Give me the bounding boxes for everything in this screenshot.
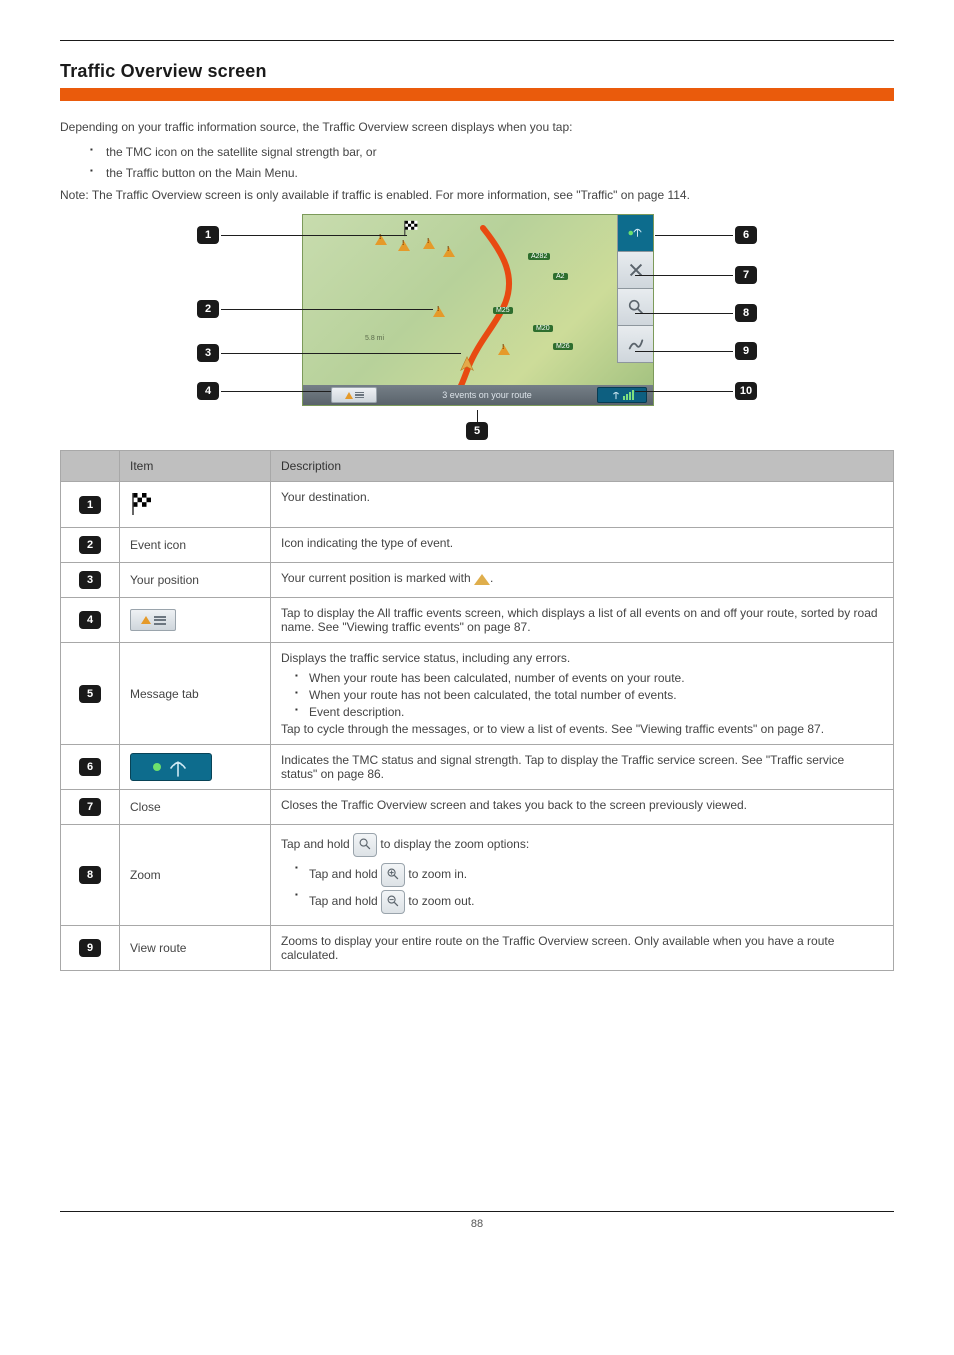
- table-row: 7 Close Closes the Traffic Overview scre…: [61, 790, 894, 825]
- road-label: M26: [553, 343, 573, 350]
- road-label: A282: [528, 253, 550, 260]
- event-warning-icon: [423, 239, 435, 249]
- diagram-callout: 5: [466, 410, 488, 440]
- page-footer: 88: [60, 1211, 894, 1230]
- tmc-status-icon: [130, 753, 212, 781]
- view-route-button[interactable]: [617, 326, 653, 363]
- current-position-icon: [474, 574, 490, 585]
- event-warning-icon: [375, 235, 387, 245]
- legend-header: [61, 451, 120, 482]
- zoom-icon: [353, 833, 377, 857]
- legend-item: View route: [120, 926, 271, 971]
- current-position-icon: [458, 355, 476, 373]
- map-area: A282 A2 M25 M20 M26 5.8 mi: [302, 214, 654, 406]
- diagram-callout: 1: [197, 226, 219, 244]
- legend-description: Your destination.: [271, 482, 894, 528]
- legend-item: Your position: [120, 563, 271, 598]
- map-bottom-bar: 3 events on your route: [303, 385, 653, 405]
- table-row: 3 Your position Your current position is…: [61, 563, 894, 598]
- road-label: A2: [553, 273, 568, 280]
- diagram-callout: 7: [735, 266, 757, 284]
- intro-list-item: the Traffic button on the Main Menu.: [90, 165, 894, 182]
- distance-label: 5.8 mi: [365, 335, 384, 342]
- legend-item: Zoom: [120, 825, 271, 926]
- table-row: 2 Event icon Icon indicating the type of…: [61, 528, 894, 563]
- diagram-callout: 4: [197, 382, 219, 400]
- intro-list: the TMC icon on the satellite signal str…: [90, 144, 894, 182]
- table-row: 8 Zoom Tap and hold to display the zoom …: [61, 825, 894, 926]
- event-list-icon: [130, 609, 176, 631]
- legend-item: Close: [120, 790, 271, 825]
- diagram-callout: 10: [735, 382, 757, 400]
- diagram-callout: 2: [197, 300, 219, 318]
- tmc-status-button[interactable]: [617, 215, 653, 252]
- diagram-callout: 3: [197, 344, 219, 362]
- legend-header: Description: [271, 451, 894, 482]
- legend-item: Event icon: [120, 528, 271, 563]
- traffic-overview-diagram: A282 A2 M25 M20 M26 5.8 mi: [197, 214, 757, 444]
- legend-table: Item Description 1 Your destination. 2 E…: [60, 450, 894, 971]
- legend-description: Zooms to display your entire route on th…: [271, 926, 894, 971]
- zoom-button[interactable]: [617, 289, 653, 326]
- legend-description: Displays the traffic service status, inc…: [271, 643, 894, 745]
- destination-flag-icon: [130, 490, 158, 516]
- table-row: 4 Tap to display the All traffic events …: [61, 598, 894, 643]
- event-list-button[interactable]: [331, 387, 377, 403]
- legend-description: Indicates the TMC status and signal stre…: [271, 745, 894, 790]
- table-row: 5 Message tab Displays the traffic servi…: [61, 643, 894, 745]
- events-on-route-text: 3 events on your route: [377, 390, 597, 400]
- diagram-callout: 8: [735, 304, 757, 322]
- table-row: 9 View route Zooms to display your entir…: [61, 926, 894, 971]
- legend-description: Closes the Traffic Overview screen and t…: [271, 790, 894, 825]
- event-warning-icon: [433, 307, 445, 317]
- legend-header: Item: [120, 451, 271, 482]
- intro-list-item: the TMC icon on the satellite signal str…: [90, 144, 894, 161]
- close-button[interactable]: [617, 252, 653, 289]
- legend-description: Tap and hold to display the zoom options…: [271, 825, 894, 926]
- legend-description: Icon indicating the type of event.: [271, 528, 894, 563]
- road-label: M25: [493, 307, 513, 314]
- table-row: 6 Indicates the TMC status and signal st…: [61, 745, 894, 790]
- event-warning-icon: [398, 241, 410, 251]
- section-divider-bar: [60, 88, 894, 101]
- zoom-out-icon: [381, 890, 405, 914]
- page-number: 88: [60, 1218, 894, 1230]
- legend-description: Your current position is marked with .: [271, 563, 894, 598]
- event-warning-icon: [498, 345, 510, 355]
- page-title: Traffic Overview screen: [60, 61, 894, 82]
- diagram-callout: 9: [735, 342, 757, 360]
- table-row: 1 Your destination.: [61, 482, 894, 528]
- intro-text: Depending on your traffic information so…: [60, 119, 894, 136]
- tmc-signal-indicator[interactable]: [597, 387, 647, 403]
- note-text: Note: The Traffic Overview screen is onl…: [60, 187, 894, 204]
- event-warning-icon: [443, 247, 455, 257]
- diagram-callout: 6: [735, 226, 757, 244]
- zoom-in-icon: [381, 863, 405, 887]
- legend-item: Message tab: [120, 643, 271, 745]
- legend-description: Tap to display the All traffic events sc…: [271, 598, 894, 643]
- road-label: M20: [533, 325, 553, 332]
